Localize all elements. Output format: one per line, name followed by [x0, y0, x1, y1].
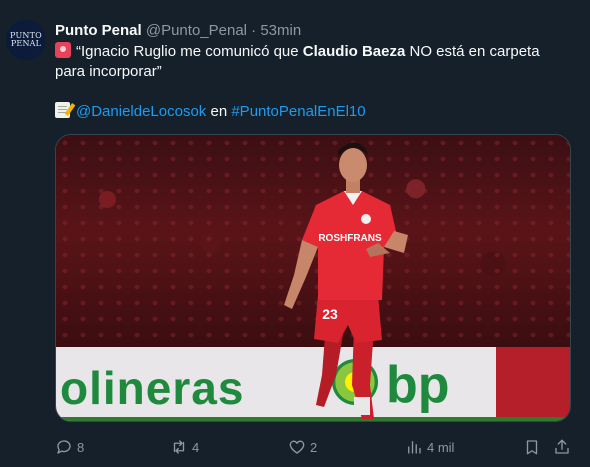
reply-button[interactable]: 8 [55, 437, 84, 457]
ad-banner-red [496, 347, 570, 421]
author-handle[interactable]: @Punto_Penal [146, 22, 247, 39]
memo-emoji-icon [55, 102, 70, 118]
reply-icon [57, 440, 71, 454]
bookmark-icon [526, 440, 538, 455]
bookmark-button[interactable] [523, 437, 541, 457]
jersey-sponsor: ROSHFRANS [318, 233, 382, 244]
text-post: NO está en carpeta [405, 43, 540, 60]
tweet-photo[interactable]: olineras bp ROSHFRANS 23 [55, 134, 571, 422]
share-button[interactable] [553, 437, 571, 457]
jersey-number: 23 [322, 306, 338, 322]
avatar[interactable]: PUNTO PENAL [6, 20, 46, 60]
siren-emoji-icon [55, 42, 71, 58]
text-pre: “Ignacio Ruglio me comunicó que [76, 43, 303, 60]
retweet-button[interactable]: 4 [170, 437, 199, 457]
retweet-count: 4 [192, 439, 200, 455]
tweet[interactable]: PUNTO PENAL Punto Penal @Punto_Penal · 5… [0, 0, 590, 467]
hashtag-link[interactable]: #PuntoPenalEnEl10 [231, 103, 365, 120]
share-icon [555, 439, 569, 454]
football-player: ROSHFRANS 23 [284, 142, 408, 419]
like-button[interactable]: 2 [288, 437, 317, 457]
author-name[interactable]: Punto Penal [55, 22, 142, 39]
views-count: 4 mil [427, 439, 455, 455]
views-button[interactable]: 4 mil [405, 437, 454, 457]
views-icon [408, 441, 421, 454]
tweet-text-line2: para incorporar” [55, 63, 162, 80]
retweet-icon [173, 440, 185, 454]
avatar-line2: PENAL [10, 39, 42, 48]
like-count: 2 [310, 439, 318, 455]
mention-link[interactable]: @DanieldeLocosok [76, 103, 206, 120]
credit-word: en [206, 103, 232, 120]
ad-banner-text: olineras [60, 362, 245, 414]
text-bold-name: Claudio Baeza [302, 43, 406, 60]
tweet-text-line1: “Ignacio Ruglio me comunicó que Claudio … [55, 42, 540, 62]
separator: · [251, 22, 257, 39]
reply-count: 8 [77, 439, 85, 455]
tweet-actions: 8 4 2 4 mil [55, 437, 575, 457]
tweet-header: Punto Penal @Punto_Penal · 53min [55, 22, 301, 39]
tweet-credit-line: @DanieldeLocosok en #PuntoPenalEnEl10 [55, 102, 366, 122]
like-icon [289, 440, 305, 454]
timestamp[interactable]: 53min [260, 22, 301, 39]
